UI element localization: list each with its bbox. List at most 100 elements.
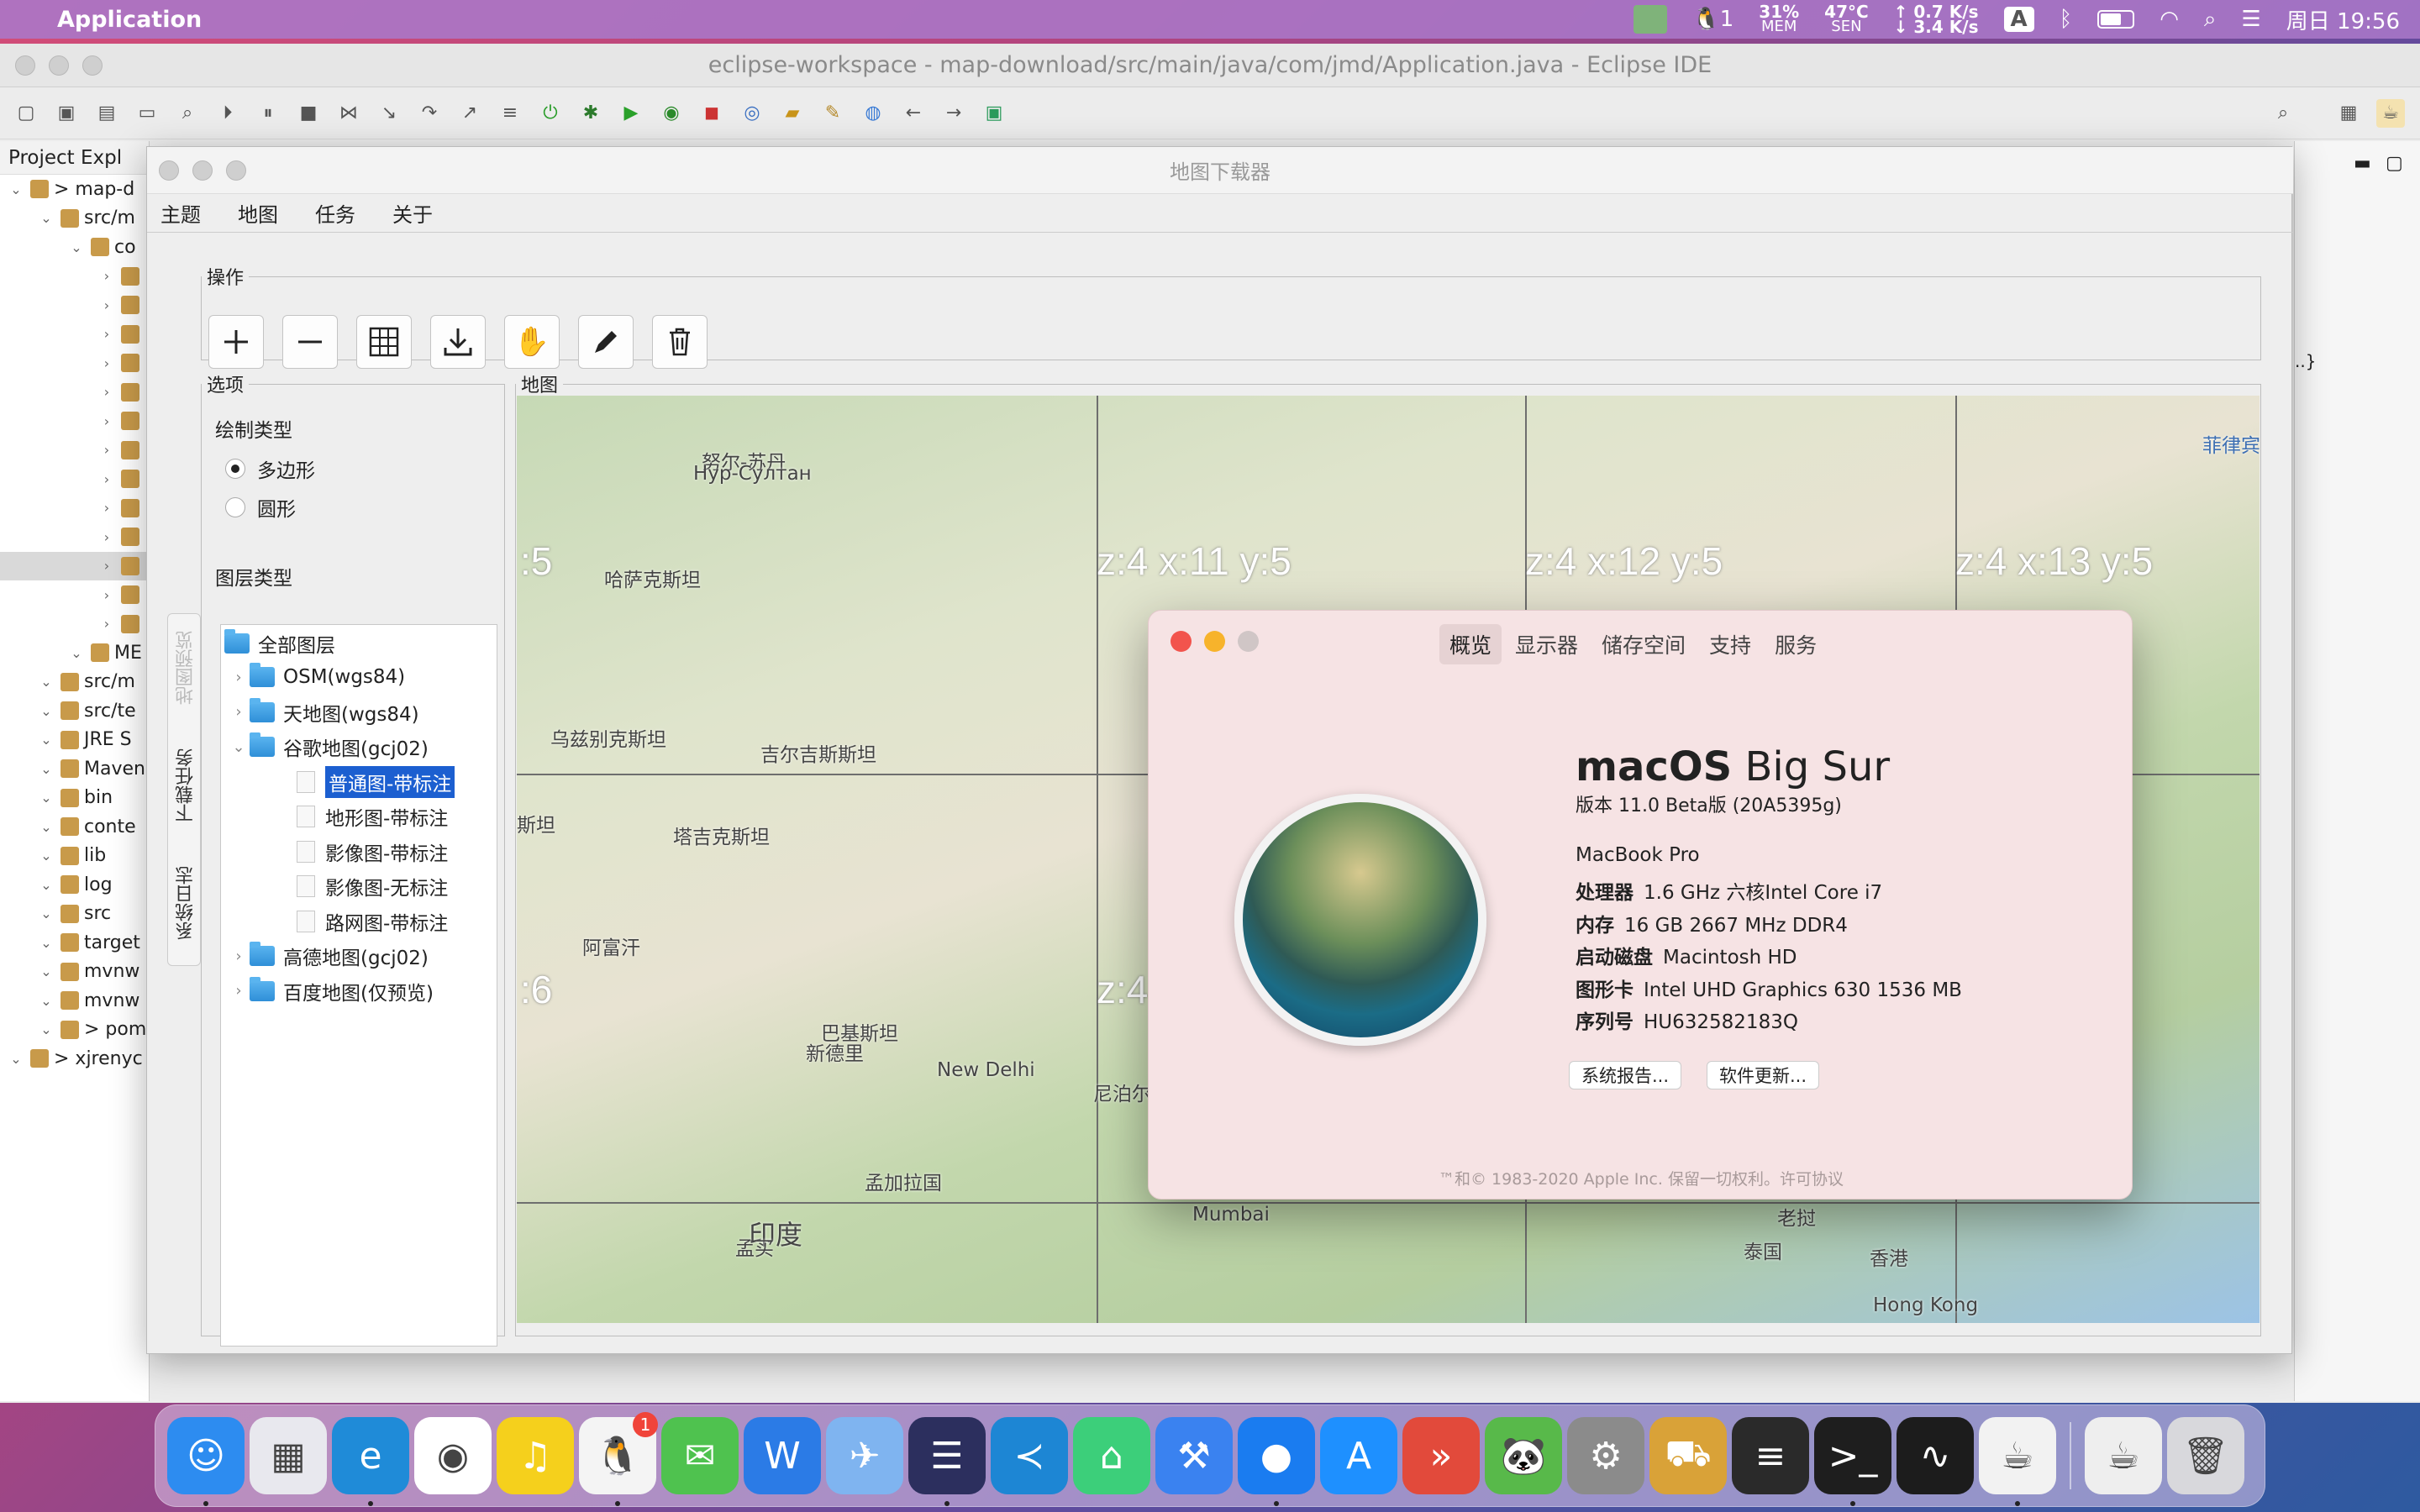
external-tools-icon[interactable]: ◼ bbox=[697, 99, 726, 128]
project-tree-item[interactable]: ⌄ src/te bbox=[0, 696, 149, 726]
project-tree-item[interactable]: ⌄ > map-d bbox=[0, 175, 149, 204]
project-tree-item[interactable]: ⌄ src/m bbox=[0, 668, 149, 697]
project-tree-item[interactable]: › bbox=[0, 610, 149, 639]
layer-folder[interactable]: › OSM(wgs84) bbox=[228, 662, 405, 692]
menu-task[interactable]: 任务 bbox=[315, 198, 355, 228]
menu-about[interactable]: 关于 bbox=[392, 198, 433, 228]
chevron-icon[interactable]: ⌄ bbox=[37, 732, 55, 748]
open-type-icon[interactable]: ▰ bbox=[778, 99, 807, 128]
chevron-icon[interactable]: › bbox=[97, 471, 116, 487]
minimize-button[interactable] bbox=[49, 55, 69, 76]
system-preferences-icon[interactable]: ⚙ bbox=[1567, 1417, 1644, 1494]
chevron-icon[interactable]: ⌄ bbox=[37, 1021, 55, 1037]
maps-pin-icon[interactable]: ● bbox=[1238, 1417, 1315, 1506]
project-explorer-header[interactable]: Project Expl bbox=[0, 141, 149, 175]
network-stat[interactable]: ↑ 0.7 K/s ↓ 3.4 K/s bbox=[1894, 3, 1979, 35]
project-tree-item[interactable]: ⌄ log bbox=[0, 870, 149, 900]
panda-icon[interactable]: 🐼 bbox=[1485, 1417, 1562, 1494]
chrome-icon[interactable]: ◉ bbox=[414, 1417, 492, 1494]
minimize-button[interactable] bbox=[192, 160, 213, 181]
system-report-button[interactable]: 系统报告... bbox=[1569, 1061, 1682, 1089]
chevron-icon[interactable]: ⌄ bbox=[37, 848, 55, 864]
tab-displays[interactable]: 显示器 bbox=[1505, 624, 1588, 664]
minimize-view-icon[interactable]: ▬ bbox=[2354, 153, 2371, 174]
project-tree-item[interactable]: ⌄ src/m bbox=[0, 204, 149, 234]
terminate-icon[interactable]: ■ bbox=[294, 99, 323, 128]
layer-item[interactable]: 影像图-带标注 bbox=[297, 837, 448, 867]
sensor-stat[interactable]: 47°C SEN bbox=[1824, 3, 1869, 34]
save-all-icon[interactable]: ▤ bbox=[92, 99, 121, 128]
chevron-icon[interactable]: ⌄ bbox=[37, 963, 55, 979]
bluetooth-icon[interactable]: ᛒ bbox=[2060, 7, 2073, 32]
activity-monitor-icon[interactable]: ∿ bbox=[1897, 1417, 1974, 1494]
project-tree-item[interactable]: › bbox=[0, 349, 149, 378]
chevron-right-icon[interactable]: › bbox=[228, 982, 250, 1000]
project-tree-item[interactable]: › bbox=[0, 378, 149, 407]
tab-overview[interactable]: 概览 bbox=[1439, 624, 1502, 664]
chevron-icon[interactable]: ⌄ bbox=[37, 993, 55, 1009]
back-icon[interactable]: ← bbox=[899, 99, 928, 128]
layer-item[interactable]: 影像图-无标注 bbox=[297, 871, 448, 901]
project-tree-item[interactable]: › bbox=[0, 407, 149, 436]
chevron-icon[interactable]: ⌄ bbox=[7, 181, 25, 197]
project-tree-item[interactable]: › bbox=[0, 494, 149, 523]
project-tree-item[interactable]: ⌄ > xjrenyc bbox=[0, 1044, 149, 1074]
skip-icon[interactable]: ⏵ bbox=[213, 99, 242, 128]
chevron-icon[interactable]: › bbox=[97, 326, 116, 342]
project-tree-item[interactable]: ⌄ ME bbox=[0, 638, 149, 668]
chevron-icon[interactable]: ⌄ bbox=[37, 790, 55, 806]
layer-folder[interactable]: › 百度地图(仅预览) bbox=[228, 976, 434, 1006]
close-button[interactable] bbox=[15, 55, 35, 76]
project-tree-item[interactable]: ⌄ mvnw bbox=[0, 986, 149, 1016]
control-center-icon[interactable]: ☰ bbox=[2241, 7, 2260, 32]
grid-button[interactable] bbox=[356, 315, 412, 369]
tab-system-log[interactable]: 系统日志 bbox=[173, 866, 200, 940]
input-source-icon[interactable]: A bbox=[2003, 7, 2034, 32]
chevron-icon[interactable]: ⌄ bbox=[37, 877, 55, 893]
disconnect-icon[interactable]: ⋈ bbox=[334, 99, 363, 128]
chevron-down-icon[interactable]: ⌄ bbox=[228, 738, 250, 756]
download-button[interactable] bbox=[430, 315, 486, 369]
layer-folder[interactable]: ⌄ 谷歌地图(gcj02) bbox=[228, 732, 429, 762]
menu-theme[interactable]: 主题 bbox=[160, 198, 201, 228]
tab-map-preview[interactable]: 地图预览 bbox=[173, 631, 200, 705]
project-tree-item[interactable]: › bbox=[0, 291, 149, 320]
chevron-icon[interactable]: › bbox=[97, 297, 116, 313]
console-icon[interactable]: ≡ bbox=[1732, 1417, 1809, 1494]
chevron-icon[interactable]: › bbox=[97, 558, 116, 574]
qq-status-icon[interactable]: 🐧1 bbox=[1692, 7, 1733, 32]
project-tree-item[interactable]: ⌄ lib bbox=[0, 842, 149, 871]
zoom-button[interactable] bbox=[82, 55, 103, 76]
project-tree-item[interactable]: ⌄ src bbox=[0, 900, 149, 929]
tab-storage[interactable]: 储存空间 bbox=[1591, 624, 1696, 664]
chevron-icon[interactable]: ⌄ bbox=[37, 761, 55, 777]
wechat-icon[interactable]: ✉ bbox=[661, 1417, 739, 1494]
menu-map[interactable]: 地图 bbox=[238, 198, 278, 228]
project-tree-item[interactable]: ⌄ mvnw bbox=[0, 958, 149, 987]
eclipse-icon[interactable]: ☰ bbox=[908, 1417, 986, 1506]
radio-polygon[interactable]: 多边形 bbox=[225, 454, 315, 483]
chevron-icon[interactable]: ⌄ bbox=[37, 674, 55, 690]
app-store-icon[interactable]: A bbox=[1320, 1417, 1397, 1494]
project-tree-item[interactable]: ⌄ Maven bbox=[0, 754, 149, 784]
chevron-icon[interactable]: › bbox=[97, 616, 116, 632]
project-tree-item[interactable]: ⌄ target bbox=[0, 928, 149, 958]
step-into-icon[interactable]: ↘ bbox=[375, 99, 403, 128]
forklift-icon[interactable]: ⛟ bbox=[1649, 1417, 1727, 1494]
chevron-icon[interactable]: › bbox=[97, 529, 116, 545]
terminal-icon[interactable]: ▭ bbox=[133, 99, 161, 128]
trash-icon[interactable]: 🗑 bbox=[2167, 1417, 2244, 1494]
layer-item[interactable]: 路网图-带标注 bbox=[297, 906, 448, 937]
project-tree-item[interactable]: ⌄ co bbox=[0, 233, 149, 262]
layer-item[interactable]: 地形图-带标注 bbox=[297, 801, 448, 832]
chevron-icon[interactable]: ⌄ bbox=[67, 239, 86, 255]
zoom-in-button[interactable] bbox=[208, 315, 264, 369]
tab-service[interactable]: 服务 bbox=[1765, 624, 1827, 664]
wps-icon[interactable]: W bbox=[744, 1417, 821, 1494]
run-icon[interactable]: ▶ bbox=[617, 99, 645, 128]
project-tree-item[interactable]: › bbox=[0, 551, 149, 580]
chevron-right-icon[interactable]: › bbox=[228, 948, 250, 965]
spring-icon[interactable]: ⏻ bbox=[536, 99, 565, 128]
tab-support[interactable]: 支持 bbox=[1699, 624, 1761, 664]
active-app-name[interactable]: Application bbox=[57, 7, 202, 33]
